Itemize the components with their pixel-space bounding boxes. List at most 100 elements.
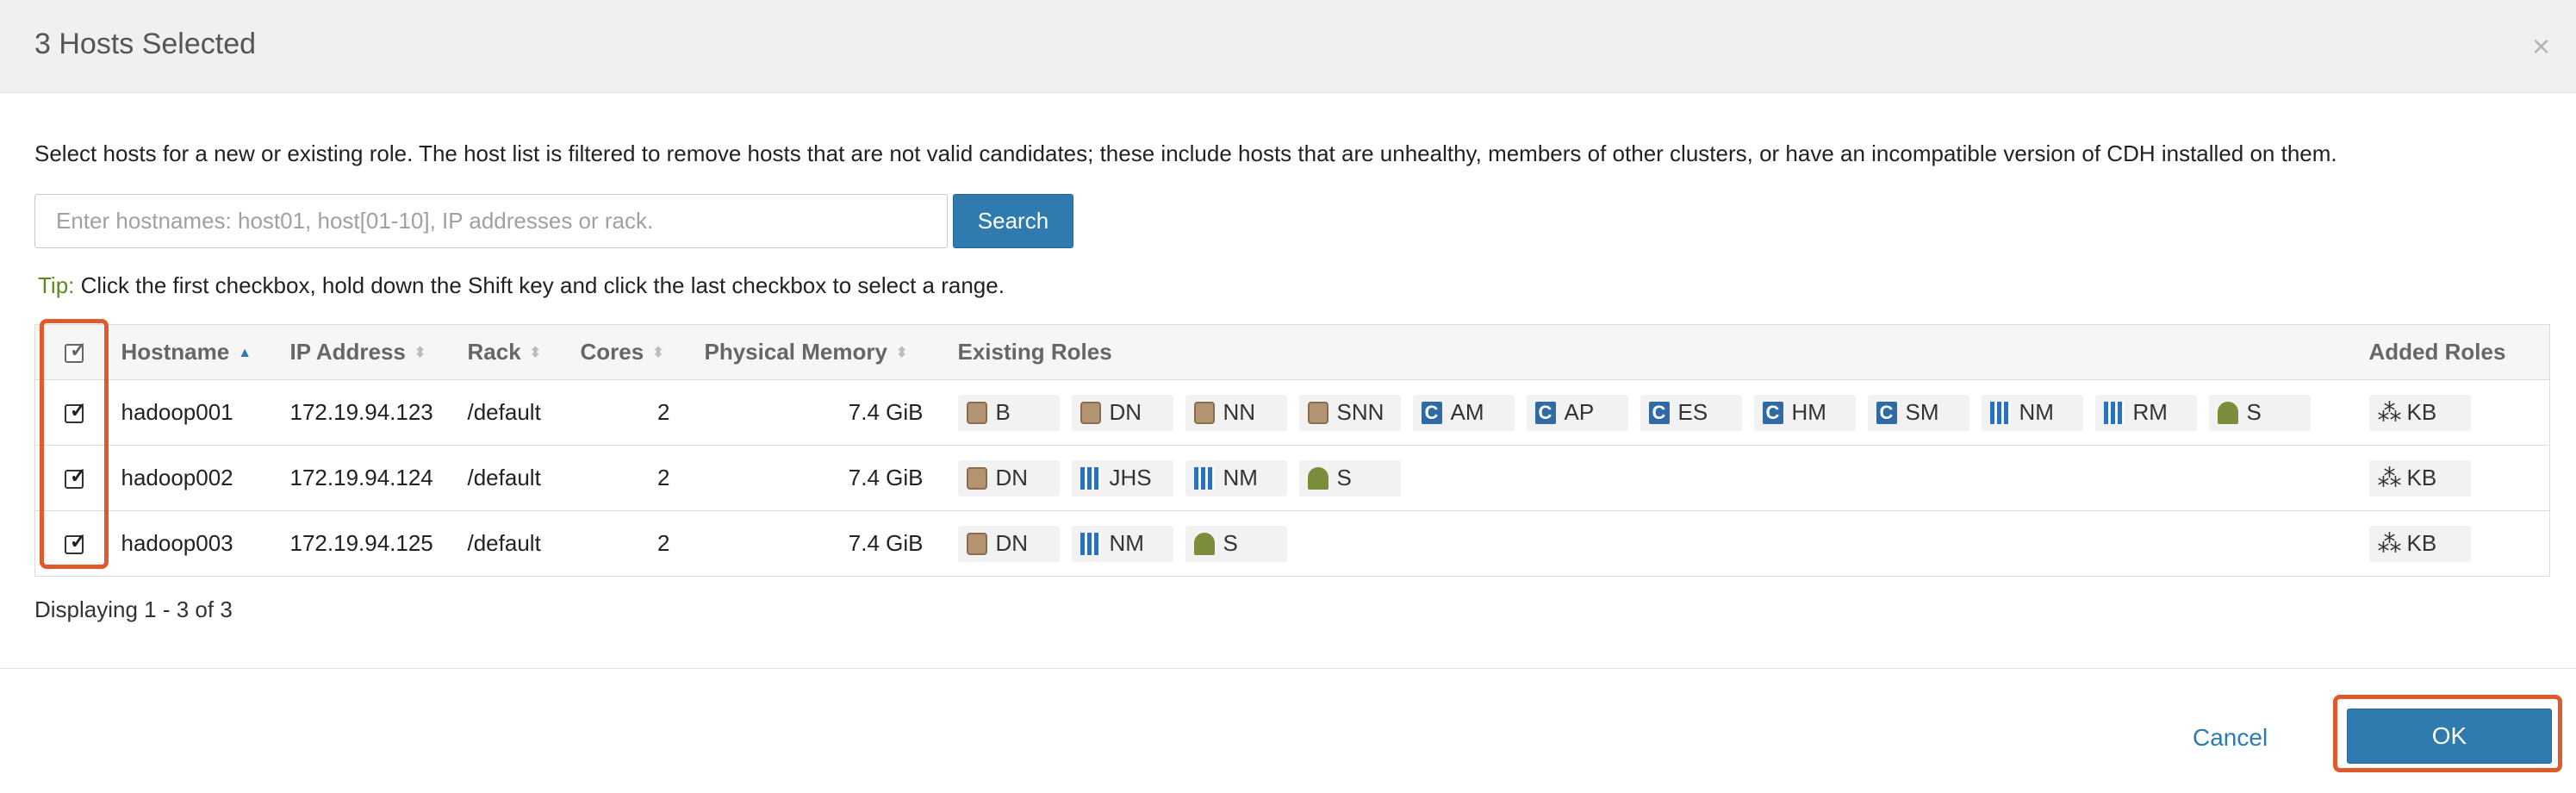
cores-cell: 2 (571, 379, 696, 446)
role-label: DN (1109, 399, 1142, 425)
yarn-icon (1989, 401, 2011, 424)
role-label: S (1336, 465, 1352, 490)
role-label: NN (1223, 399, 1256, 425)
physical-memory-cell: 7.4 GiB (848, 530, 924, 556)
ok-button[interactable]: OK (2347, 709, 2552, 764)
cloudera-icon: C (1876, 401, 1897, 424)
tip-body: Click the first checkbox, hold down the … (74, 272, 1005, 298)
row-checkbox[interactable]: ✓ (64, 466, 87, 490)
role-badge: C ES (1640, 394, 1742, 431)
zookeeper-icon (2217, 401, 2238, 424)
role-label: S (1223, 530, 1238, 556)
search-input[interactable] (34, 194, 948, 248)
role-badge: NM (1185, 459, 1287, 496)
added-roles-list: ⁂ KB (2368, 459, 2542, 496)
role-label: SM (1905, 399, 1939, 425)
physical-memory-cell: 7.4 GiB (695, 445, 949, 511)
ip-address-cell: 172.19.94.124 (281, 445, 459, 511)
sort-icon: ⬍ (529, 346, 542, 361)
sort-icon: ⬍ (414, 346, 426, 361)
added-roles-cell: ⁂ KB (2361, 511, 2550, 577)
hdfs-icon (966, 466, 987, 490)
check-icon: ✓ (69, 399, 87, 423)
added-roles-cell: ⁂ KB (2360, 379, 2550, 446)
row-checkbox-cell: ✓ (35, 511, 113, 577)
column-header-ip-address[interactable]: IP Address ⬍ (281, 324, 459, 380)
role-label: RM (2132, 399, 2168, 425)
existing-roles-cell: DN JHS NM S (949, 445, 2361, 511)
role-label: NM (2019, 399, 2054, 425)
column-header-cores[interactable]: Cores ⬍ (571, 324, 696, 380)
cloudera-icon: C (1762, 401, 1783, 424)
role-label: HM (1791, 399, 1826, 425)
role-label: DN (995, 530, 1029, 556)
hdfs-icon (966, 532, 987, 555)
role-badge: C AP (1526, 394, 1628, 431)
hosts-table: ✓ Hostname ▲ IP Address ⬍ Rack ⬍ Cores ⬍ Phy… (34, 324, 2550, 577)
kafka-icon: ⁂ (2377, 529, 2402, 557)
row-checkbox[interactable]: ✓ (64, 530, 87, 555)
yarn-icon (2103, 401, 2125, 424)
dialog-title: 3 Hosts Selected (34, 28, 257, 60)
column-header-hostname[interactable]: Hostname ▲ (112, 324, 282, 380)
role-badge: S (1185, 525, 1287, 562)
added-roles-list: ⁂ KB (2368, 394, 2542, 431)
row-checkbox-cell: ✓ (34, 445, 113, 511)
cloudera-icon: C (1648, 401, 1670, 424)
role-label: KB (2406, 530, 2437, 556)
yarn-icon (1080, 532, 1101, 555)
hdfs-icon (1307, 401, 1328, 424)
role-badge: C AM (1412, 394, 1515, 431)
role-badge: NN (1185, 394, 1287, 431)
hdfs-icon (1080, 401, 1101, 424)
table-row[interactable]: ✓ hadoop003 172.19.94.125/default 2 7.4 GiB D… (35, 511, 2550, 577)
physical-memory-cell: 7.4 GiB (695, 379, 949, 446)
cancel-button[interactable]: Cancel (2193, 724, 2268, 752)
check-icon: ✓ (69, 530, 87, 554)
ip-address-cell: 172.19.94.125 (289, 530, 433, 556)
sort-icon: ⬍ (895, 346, 908, 361)
table-header-row: ✓ Hostname ▲ IP Address ⬍ Rack ⬍ Cores ⬍ Phy… (34, 324, 2550, 380)
zookeeper-icon (1193, 532, 1215, 555)
footer-divider (0, 668, 2576, 669)
select-all-checkbox[interactable]: ✓ (64, 340, 87, 364)
role-label: SNN (1336, 399, 1384, 425)
role-badge: RM (2094, 394, 2197, 431)
table-row[interactable]: ✓ hadoop001 172.19.94.123/default 2 7.4 GiB B… (34, 379, 2550, 446)
role-badge: ⁂ KB (2368, 394, 2471, 431)
zookeeper-icon (1307, 466, 1328, 490)
role-label: AP (1564, 399, 1595, 425)
added-roles-cell: ⁂ KB (2360, 445, 2550, 511)
existing-roles-list: DN NM S (957, 525, 2352, 562)
column-header-added-roles: Added Roles (2360, 324, 2550, 380)
search-button[interactable]: Search (953, 194, 1073, 248)
kafka-icon: ⁂ (2377, 464, 2402, 491)
close-icon[interactable]: × (2532, 31, 2550, 62)
tip-text: Tip: Click the first checkbox, hold down… (38, 272, 1005, 299)
table-row[interactable]: ✓ hadoop002 172.19.94.124/default 2 7.4 GiB D… (34, 445, 2550, 511)
role-label: S (2246, 399, 2262, 425)
role-label: AM (1450, 399, 1484, 425)
role-badge: S (1298, 459, 1401, 496)
existing-roles-list: DN JHS NM S (957, 459, 2352, 496)
sort-icon: ⬍ (652, 346, 664, 361)
existing-roles-cell: B DN NN SNN C AM C AP C ES C HM C SM NM RM S (949, 379, 2361, 446)
cloudera-icon: C (1534, 401, 1556, 424)
column-header-physical-memory[interactable]: Physical Memory ⬍ (695, 324, 949, 380)
role-badge: C SM (1867, 394, 1969, 431)
pagination-text: Displaying 1 - 3 of 3 (34, 596, 233, 622)
role-badge: B (957, 394, 1060, 431)
role-badge: ⁂ KB (2368, 525, 2471, 562)
rack-cell: /default (467, 530, 541, 556)
role-badge: ⁂ KB (2368, 459, 2471, 496)
role-label: KB (2406, 465, 2437, 490)
row-checkbox[interactable]: ✓ (64, 399, 87, 424)
kafka-icon: ⁂ (2377, 398, 2402, 426)
role-label: NM (1109, 530, 1144, 556)
role-badge: C HM (1753, 394, 1856, 431)
hostname-cell: hadoop003 (121, 530, 233, 556)
column-header-rack[interactable]: Rack ⬍ (458, 324, 572, 380)
added-roles-list: ⁂ KB (2368, 525, 2542, 562)
hdfs-icon (966, 401, 987, 424)
role-label: DN (995, 465, 1029, 490)
